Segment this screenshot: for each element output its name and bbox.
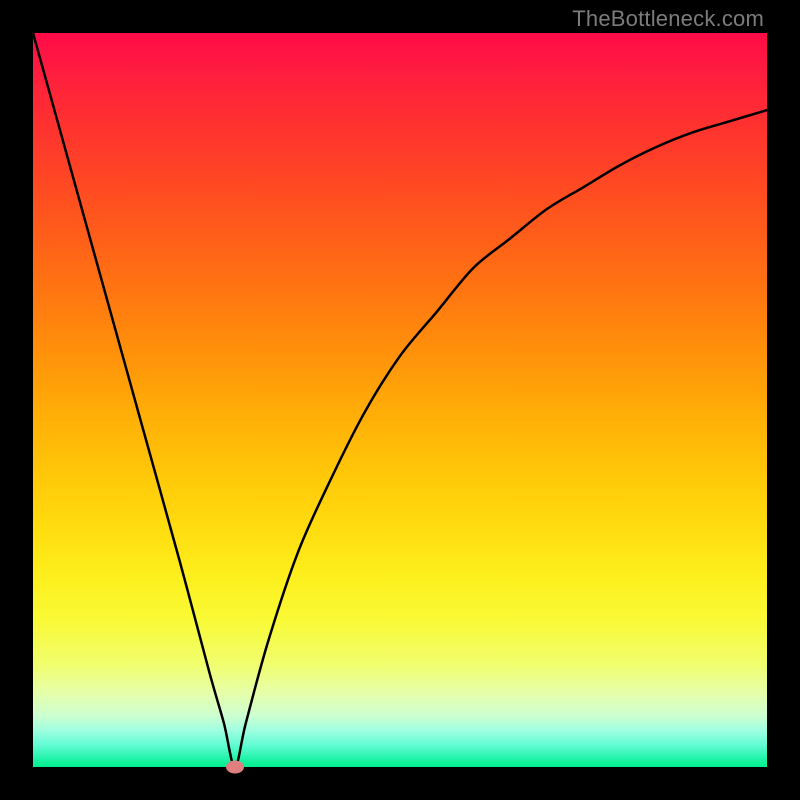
optimum-marker [226, 761, 244, 774]
chart-frame: TheBottleneck.com [0, 0, 800, 800]
watermark: TheBottleneck.com [572, 6, 764, 32]
bottleneck-curve [33, 33, 767, 767]
